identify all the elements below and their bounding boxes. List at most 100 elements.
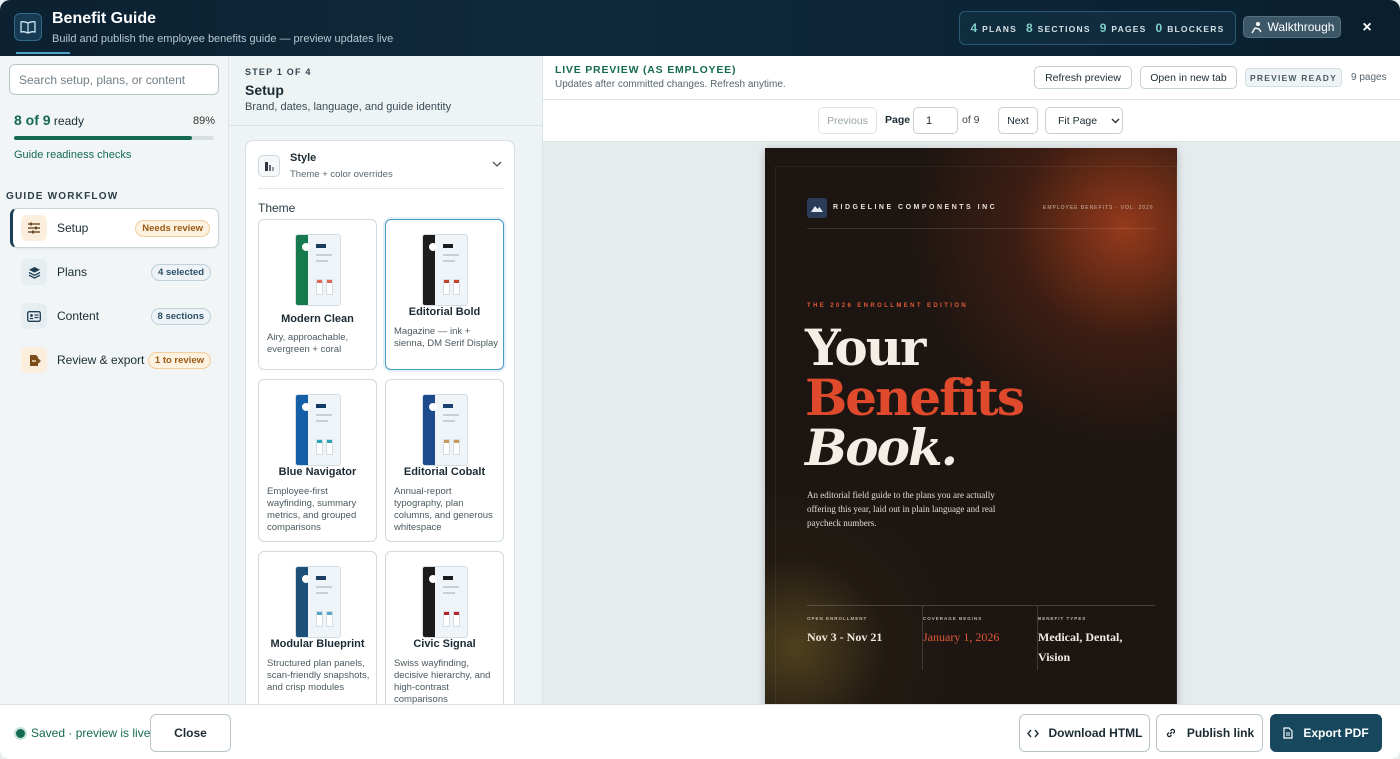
app-header: Benefit Guide Build and publish the empl… [0, 0, 1400, 56]
export-pdf-button[interactable]: Export PDF [1270, 714, 1382, 752]
theme-description: Swiss wayfinding, decisive hierarchy, an… [394, 658, 491, 704]
link-icon [1166, 728, 1176, 738]
chevron-down-icon[interactable] [492, 158, 502, 170]
preview-toolbar: LIVE PREVIEW (AS EMPLOYEE) Updates after… [543, 56, 1400, 100]
theme-thumbnail [422, 566, 468, 638]
divider [229, 125, 542, 126]
cover-intro: An editorial field guide to the plans yo… [807, 490, 996, 528]
walkthrough-button[interactable]: Walkthrough [1243, 16, 1341, 38]
status-badge: Needs review [135, 219, 210, 237]
sidebar-item-plans[interactable]: Plans 4 selected [10, 252, 219, 292]
theme-description: Magazine — ink + sienna, DM Serif Displa… [394, 326, 499, 349]
download-html-button[interactable]: Download HTML [1019, 714, 1150, 752]
zoom-select[interactable]: Fit Page [1045, 107, 1123, 134]
page-total: of 9 [962, 114, 980, 126]
preview-status-badge: PREVIEW READY [1245, 68, 1342, 87]
readiness-progress-fill [14, 136, 192, 140]
step-indicator: STEP 1 OF 4 [245, 67, 312, 77]
theme-thumbnail [295, 566, 341, 638]
theme-name: Editorial Bold [408, 306, 481, 318]
pager-bar: Previous Page of 9 Next Fit Page [543, 100, 1400, 142]
id-card-icon [21, 303, 47, 329]
header-accent-line [16, 52, 70, 54]
stat-blockers: 0 BLOCKERS [1155, 21, 1225, 35]
divider [807, 605, 1155, 606]
theme-description: Annual-report typography, plan columns, … [394, 486, 493, 533]
layers-icon [21, 259, 47, 285]
footer-bar: Saved · preview is live Close Download H… [0, 704, 1400, 759]
page-title: Benefit Guide [52, 10, 157, 27]
theme-name: Editorial Cobalt [403, 466, 486, 478]
setup-panel: STEP 1 OF 4 Setup Brand, dates, language… [229, 56, 543, 704]
theme-card-blue-navigator[interactable]: Blue Navigator Employee-first wayfinding,… [258, 379, 377, 542]
status-badge: 1 to review [147, 351, 211, 369]
preview-subtitle: Updates after committed changes. Refresh… [555, 79, 786, 90]
divider [258, 188, 504, 189]
stat-plans: 4 PLANS [970, 21, 1017, 35]
readiness-percent: 89% [193, 115, 216, 127]
next-page-button[interactable]: Next [998, 107, 1038, 134]
book-icon [14, 13, 42, 41]
refresh-preview-button[interactable]: Refresh preview [1034, 66, 1132, 89]
theme-thumbnail [422, 394, 468, 466]
walkthrough-icon [1250, 21, 1262, 33]
readiness-checks-link[interactable]: Guide readiness checks [14, 149, 131, 161]
sidebar-item-review-export[interactable]: Review & export 1 to review [10, 340, 219, 380]
previous-page-button[interactable]: Previous [818, 107, 877, 134]
theme-description: Airy, approachable, evergreen + coral [267, 332, 349, 355]
style-section: Style Theme + color overrides Theme Mode… [245, 140, 515, 704]
status-badge: 4 selected [151, 263, 211, 281]
stat-sections: 8 SECTIONS [1025, 21, 1091, 35]
sidebar: 8 of 9 ready 89% Guide readiness checks … [0, 56, 229, 704]
theme-name: Modern Clean [281, 313, 354, 325]
close-icon[interactable]: × [1358, 19, 1376, 37]
stat-pages: 9 PAGES [1099, 21, 1147, 35]
step-title: Setup [245, 82, 284, 98]
readiness-summary: 8 of 9 ready [14, 112, 84, 128]
theme-name: Modular Blueprint [270, 638, 365, 650]
mountain-logo-icon [807, 198, 827, 218]
readiness-progress [14, 136, 214, 140]
volume-label: EMPLOYEE BENEFITS · VOL. 2026 [1043, 205, 1154, 211]
close-button[interactable]: Close [150, 714, 231, 752]
theme-description: Employee-first wayfinding, summary metri… [267, 486, 357, 533]
benefit-types-info: BENEFIT TYPES Medical, Dental, Vision [1038, 616, 1123, 664]
theme-thumbnail [295, 234, 341, 306]
open-enrollment-info: OPEN ENROLLMENT Nov 3 - Nov 21 [807, 616, 883, 644]
page-number-input[interactable] [913, 107, 958, 134]
chevron-down-icon [1111, 118, 1120, 123]
search-input[interactable] [9, 64, 219, 95]
headline-line-3: Book. [805, 418, 958, 477]
theme-card-modern-clean[interactable]: Modern Clean Airy, approachable, evergree… [258, 219, 377, 370]
sliders-icon [21, 215, 47, 241]
open-new-tab-button[interactable]: Open in new tab [1140, 66, 1237, 89]
save-status: Saved · preview is live [16, 726, 150, 740]
theme-description: Structured plan panels, scan-friendly sn… [267, 658, 370, 693]
preview-title: LIVE PREVIEW (AS EMPLOYEE) [555, 64, 737, 76]
theme-card-editorial-bold[interactable]: Editorial Bold Magazine — ink + sienna, D… [385, 219, 504, 370]
page-label: Page [885, 114, 911, 126]
coverage-begins-info: COVERAGE BEGINS January 1, 2026 [923, 616, 1000, 644]
theme-name: Civic Signal [413, 638, 476, 650]
theme-card-civic-signal[interactable]: Civic Signal Swiss wayfinding, decisive h… [385, 551, 504, 704]
theme-card-editorial-cobalt[interactable]: Editorial Cobalt Annual-report typography… [385, 379, 504, 542]
sidebar-item-content[interactable]: Content 8 sections [10, 296, 219, 336]
guide-stats: 4 PLANS 8 SECTIONS 9 PAGES 0 BLOCKERS [959, 11, 1236, 45]
divider [807, 228, 1155, 229]
step-subtitle: Brand, dates, language, and guide identi… [245, 101, 452, 113]
workflow-heading: GUIDE WORKFLOW [6, 191, 119, 202]
status-badge: 8 sections [150, 307, 211, 325]
edition-label: THE 2026 ENROLLMENT EDITION [807, 303, 969, 309]
theme-thumbnail [295, 394, 341, 466]
palette-icon [258, 155, 280, 177]
code-icon [1026, 729, 1039, 737]
company-name: RIDGELINE COMPONENTS INC [833, 204, 998, 211]
page-subtitle: Build and publish the employee benefits … [52, 33, 394, 45]
sidebar-item-setup[interactable]: Setup Needs review [10, 208, 219, 248]
theme-card-modular-blueprint[interactable]: Modular Blueprint Structured plan panels,… [258, 551, 377, 704]
publish-link-button[interactable]: Publish link [1156, 714, 1263, 752]
style-subtitle: Theme + color overrides [290, 169, 393, 180]
style-title: Style [290, 152, 317, 164]
theme-name: Blue Navigator [278, 466, 357, 478]
export-icon [21, 347, 47, 373]
